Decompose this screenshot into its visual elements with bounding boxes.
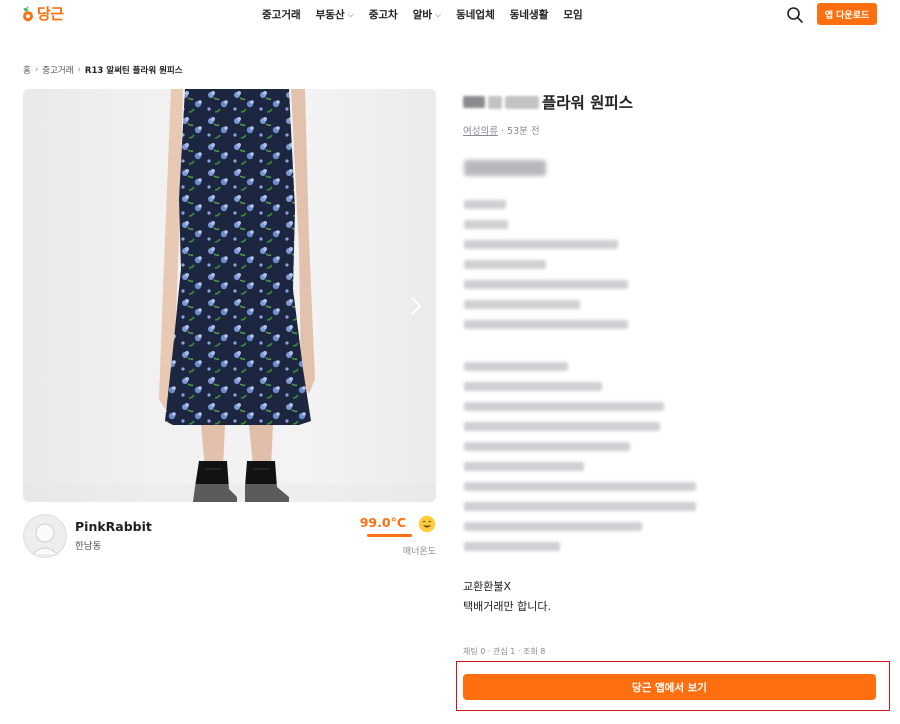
open-in-app-button[interactable]: 당근 앱에서 보기 <box>463 674 876 700</box>
redacted-text <box>464 200 506 209</box>
manner-temperature-label: 매너온도 <box>402 547 436 557</box>
posted-time: · 53분 전 <box>501 126 540 137</box>
breadcrumb-separator-icon: › <box>34 65 39 75</box>
top-header: 당근 중고거래 부동산 ⌵ 중고차 알바 ⌵ 동네업체 동네생활 모임 앱 다운로드 <box>0 0 900 30</box>
product-meta: 여성의류 · 53분 전 <box>463 123 540 137</box>
seller-profile: PinkRabbit 한남동 99.0°C 매너온도 <box>23 514 436 558</box>
chevron-down-icon: ⌵ <box>347 9 354 19</box>
breadcrumb-separator-icon: › <box>77 65 81 75</box>
smile-icon <box>418 515 436 533</box>
manner-temperature-fill <box>367 534 412 537</box>
nav-item-label: 알바 <box>412 9 433 21</box>
breadcrumb: 홈 › 중고거래 › R13 알써틴 플라워 원피스 <box>23 64 183 76</box>
redacted-text <box>464 462 584 471</box>
redacted-text <box>464 260 546 269</box>
nav-item-label: 동네생활 <box>509 9 549 21</box>
redacted-text <box>464 482 696 491</box>
seller-region: 한남동 <box>75 541 102 552</box>
breadcrumb-current: R13 알써틴 플라워 원피스 <box>84 66 183 76</box>
product-photo-carousel[interactable] <box>23 89 436 502</box>
redacted-text <box>464 522 642 531</box>
redacted-text <box>464 402 664 411</box>
breadcrumb-home[interactable]: 홈 <box>23 64 31 76</box>
redacted-text <box>464 280 628 289</box>
main-nav: 중고거래 부동산 ⌵ 중고차 알바 ⌵ 동네업체 동네생활 모임 <box>262 7 583 22</box>
nav-item[interactable]: 중고거래 <box>262 7 301 22</box>
product-photo <box>23 89 436 502</box>
breadcrumb-category[interactable]: 중고거래 <box>42 64 73 76</box>
redacted-text <box>464 220 508 229</box>
nav-item[interactable]: 동네생활 <box>510 7 549 22</box>
nav-item[interactable]: 알바 ⌵ <box>413 7 441 22</box>
nav-item[interactable]: 중고차 <box>369 7 398 22</box>
nav-item-label: 부동산 <box>315 9 345 21</box>
product-title: 플라워 원피스 <box>463 91 633 113</box>
redacted-text <box>464 382 602 391</box>
manner-temperature: 99.0°C <box>359 515 406 530</box>
manner-temperature-bar <box>367 534 412 537</box>
default-avatar-icon <box>23 514 67 558</box>
nav-item-label: 중고차 <box>368 9 398 21</box>
nav-item[interactable]: 동네업체 <box>456 7 495 22</box>
redacted-text <box>464 422 660 431</box>
redacted-text <box>464 542 560 551</box>
redacted-text <box>463 96 485 108</box>
nav-item[interactable]: 부동산 ⌵ <box>316 7 354 22</box>
redacted-text <box>488 95 502 109</box>
product-title-text: 플라워 원피스 <box>542 94 633 112</box>
redacted-text <box>464 362 568 371</box>
carrot-logo-icon <box>23 6 33 21</box>
redacted-text <box>464 320 628 329</box>
description-note: 택배거래만 합니다. <box>463 600 551 613</box>
avatar[interactable] <box>23 514 67 558</box>
redacted-price <box>464 160 546 176</box>
nav-item-label: 중고거래 <box>262 9 301 21</box>
redacted-text <box>464 300 580 309</box>
nav-item-label: 동네업체 <box>456 9 495 21</box>
chevron-right-icon[interactable] <box>408 295 424 317</box>
description-note: 교환환불X <box>463 580 512 593</box>
product-category-link[interactable]: 여성의류 <box>463 126 498 137</box>
seller-name[interactable]: PinkRabbit <box>75 519 152 534</box>
redacted-text <box>464 240 618 249</box>
app-download-button[interactable]: 앱 다운로드 <box>817 3 877 25</box>
logo[interactable]: 당근 <box>22 3 64 24</box>
search-icon[interactable] <box>786 6 804 24</box>
logo-text: 당근 <box>37 5 64 23</box>
redacted-text <box>464 442 630 451</box>
nav-item-label: 모임 <box>563 9 583 21</box>
nav-item[interactable]: 모임 <box>563 7 582 22</box>
chevron-down-icon: ⌵ <box>435 9 442 19</box>
product-stats: 채팅 0 · 관심 1 · 조회 8 <box>463 647 546 656</box>
redacted-text <box>505 95 539 109</box>
redacted-text <box>464 502 696 511</box>
